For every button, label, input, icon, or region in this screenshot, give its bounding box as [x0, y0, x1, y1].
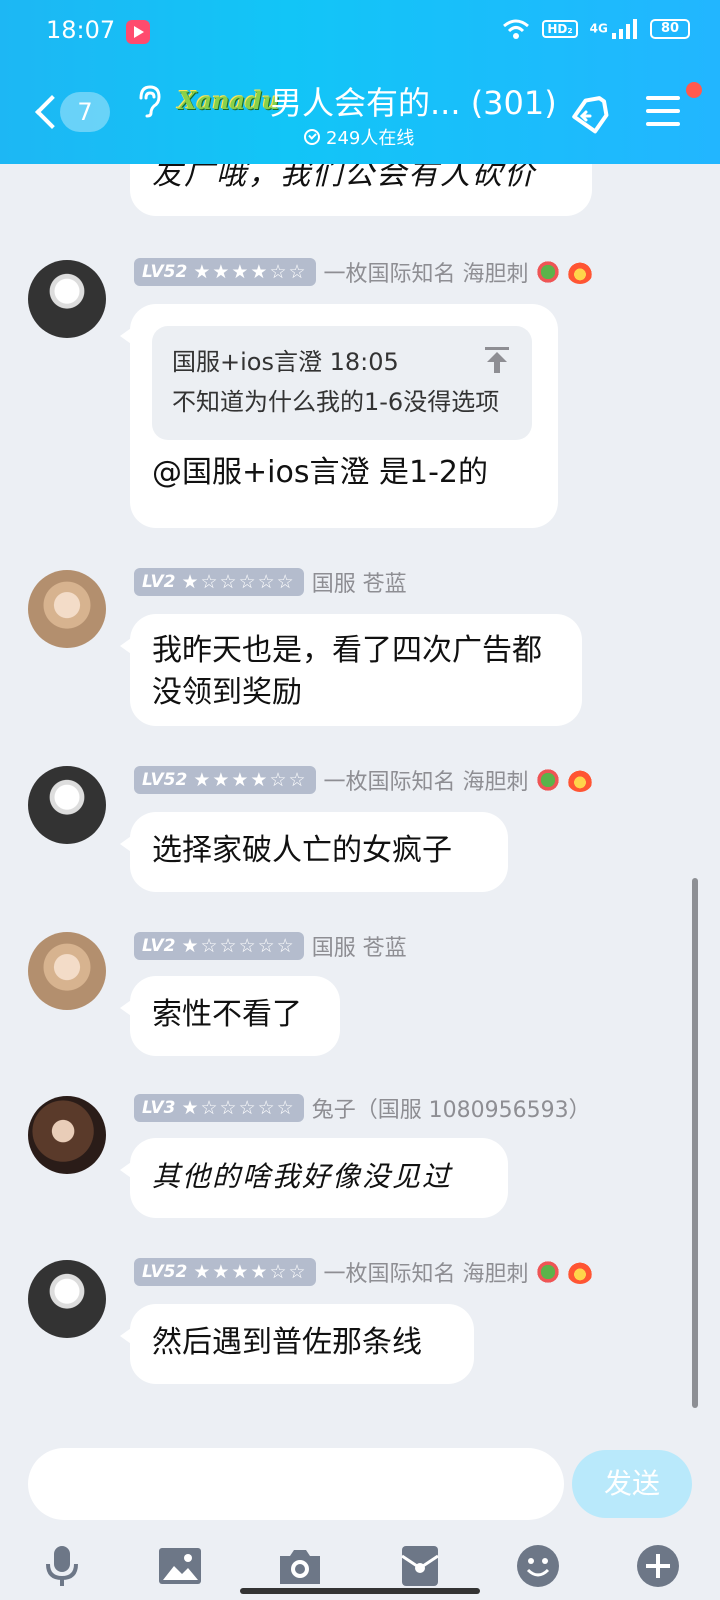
message-text: 我昨天也是，看了四次广告都没领到奖励 [152, 633, 542, 710]
level-label: LV2 [142, 936, 176, 956]
menu-line [646, 109, 680, 113]
message-text: 然后遇到普佐那条线 [152, 1325, 422, 1360]
sender-name[interactable]: 一枚国际知名 海胆刺 [324, 764, 529, 796]
message-list[interactable]: 友广哦，我们公会有人砍价 LV52 ★★★★☆☆ 一枚国际知名 海胆刺 国服+i… [0, 164, 720, 1428]
microphone-icon[interactable] [38, 1542, 86, 1590]
level-stars: ★★★★☆☆ [193, 1261, 308, 1283]
ear-icon[interactable] [136, 84, 162, 118]
app-notification-icon [126, 20, 150, 44]
avatar[interactable] [28, 1260, 106, 1338]
dragon-icon [534, 260, 561, 284]
notification-dot [686, 82, 702, 98]
level-label: LV3 [142, 1098, 176, 1118]
menu-line [646, 122, 680, 126]
sender-name[interactable]: 兔子（国服 1080956593） [312, 1092, 591, 1124]
send-button[interactable]: 发送 [572, 1450, 692, 1518]
sender-name[interactable]: 国服 苍蓝 [312, 566, 407, 598]
fire-icon [566, 260, 593, 284]
signal-label: 4G [589, 21, 608, 36]
level-label: LV52 [142, 1262, 188, 1282]
plus-icon[interactable] [634, 1542, 682, 1590]
avatar[interactable] [28, 260, 106, 338]
red-packet-icon[interactable] [396, 1542, 444, 1590]
level-label: LV52 [142, 262, 188, 282]
sender-meta: LV52 ★★★★☆☆ 一枚国际知名 海胆刺 [134, 1256, 593, 1288]
level-badge: LV52 ★★★★☆☆ [134, 766, 316, 794]
back-button[interactable]: 7 [26, 88, 116, 138]
image-icon[interactable] [156, 1542, 204, 1590]
wifi-icon [503, 19, 530, 39]
message-bubble[interactable]: 选择家破人亡的女疯子 [120, 812, 508, 892]
level-badge: LV52 ★★★★☆☆ [134, 1258, 316, 1286]
avatar[interactable] [28, 932, 106, 1010]
level-badge: LV3 ★☆☆☆☆☆ [134, 1094, 304, 1122]
menu-line [646, 96, 680, 100]
message-text: 其他的啥我好像没见过 [152, 1160, 453, 1193]
status-time: 18:07 [46, 16, 116, 44]
message-input[interactable] [28, 1448, 564, 1520]
online-status: 249人在线 [304, 124, 414, 150]
sender-meta: LV2 ★☆☆☆☆☆ 国服 苍蓝 [134, 930, 407, 962]
level-badge: LV52 ★★★★☆☆ [134, 258, 316, 286]
avatar[interactable] [28, 570, 106, 648]
sender-meta: LV3 ★☆☆☆☆☆ 兔子（国服 1080956593） [134, 1092, 591, 1124]
quoted-message[interactable]: 国服+ios言澄 18:05 不知道为什么我的1-6没得选项 [152, 326, 532, 440]
avatar[interactable] [28, 766, 106, 844]
level-label: LV2 [142, 572, 176, 592]
dragon-icon [534, 1260, 561, 1284]
message-text: 友广哦，我们公会有人砍价 [152, 164, 536, 192]
status-bar: 18:07 HD₂ 4G 80 [0, 0, 720, 64]
level-stars: ★☆☆☆☆☆ [181, 935, 296, 957]
message-bubble[interactable]: 然后遇到普佐那条线 [120, 1304, 474, 1384]
fire-icon [566, 768, 593, 792]
message-bubble[interactable]: 国服+ios言澄 18:05 不知道为什么我的1-6没得选项 @国服+ios言澄… [120, 304, 558, 528]
camera-icon[interactable] [276, 1542, 324, 1590]
level-stars: ★★★★☆☆ [193, 769, 308, 791]
level-badge: LV2 ★☆☆☆☆☆ [134, 568, 304, 596]
emoji-icon[interactable] [514, 1542, 562, 1590]
level-stars: ★☆☆☆☆☆ [181, 1097, 296, 1119]
avatar[interactable] [28, 1096, 106, 1174]
check-circle-icon [304, 129, 320, 145]
message-bubble[interactable]: 友广哦，我们公会有人砍价 [130, 164, 592, 216]
dragon-icon [534, 768, 561, 792]
chat-header: 18:07 HD₂ 4G 80 7 Xanadu 男人会有的... (301) … [0, 0, 720, 164]
message-bubble[interactable]: 其他的啥我好像没见过 [120, 1138, 508, 1218]
sender-name[interactable]: 一枚国际知名 海胆刺 [324, 1256, 529, 1288]
quote-text: 不知道为什么我的1-6没得选项 [172, 388, 500, 416]
online-count: 249人在线 [326, 128, 415, 149]
scrollbar[interactable] [692, 878, 698, 1408]
home-indicator[interactable] [240, 1588, 480, 1594]
tag-icon[interactable] [568, 92, 612, 136]
sender-name[interactable]: 一枚国际知名 海胆刺 [324, 256, 529, 288]
level-stars: ★★★★☆☆ [193, 261, 308, 283]
level-stars: ★☆☆☆☆☆ [181, 571, 296, 593]
composer: 发送 [0, 1428, 720, 1600]
message-bubble[interactable]: 索性不看了 [120, 976, 340, 1056]
group-logo: Xanadu [178, 86, 280, 115]
battery-icon: 80 [650, 19, 690, 39]
sender-name[interactable]: 国服 苍蓝 [312, 930, 407, 962]
hd-badge: HD₂ [542, 20, 578, 38]
menu-button[interactable] [646, 96, 680, 126]
message-text: @国服+ios言澄 是1-2的 [152, 455, 488, 490]
jump-to-top-icon[interactable] [484, 346, 510, 374]
level-badge: LV2 ★☆☆☆☆☆ [134, 932, 304, 960]
group-title[interactable]: 男人会有的... (301) [270, 78, 557, 124]
sender-meta: LV2 ★☆☆☆☆☆ 国服 苍蓝 [134, 566, 407, 598]
sender-meta: LV52 ★★★★☆☆ 一枚国际知名 海胆刺 [134, 764, 593, 796]
status-indicators: HD₂ 4G 80 [502, 18, 690, 40]
sender-meta: LV52 ★★★★☆☆ 一枚国际知名 海胆刺 [134, 256, 593, 288]
signal-icon: 4G [590, 19, 638, 39]
message-bubble[interactable]: 我昨天也是，看了四次广告都没领到奖励 [120, 614, 582, 726]
message-text: 选择家破人亡的女疯子 [152, 833, 452, 868]
quote-header: 国服+ios言澄 18:05 [172, 348, 399, 376]
fire-icon [566, 1260, 593, 1284]
message-text: 索性不看了 [152, 997, 302, 1032]
unread-count: 7 [60, 92, 110, 132]
level-label: LV52 [142, 770, 188, 790]
